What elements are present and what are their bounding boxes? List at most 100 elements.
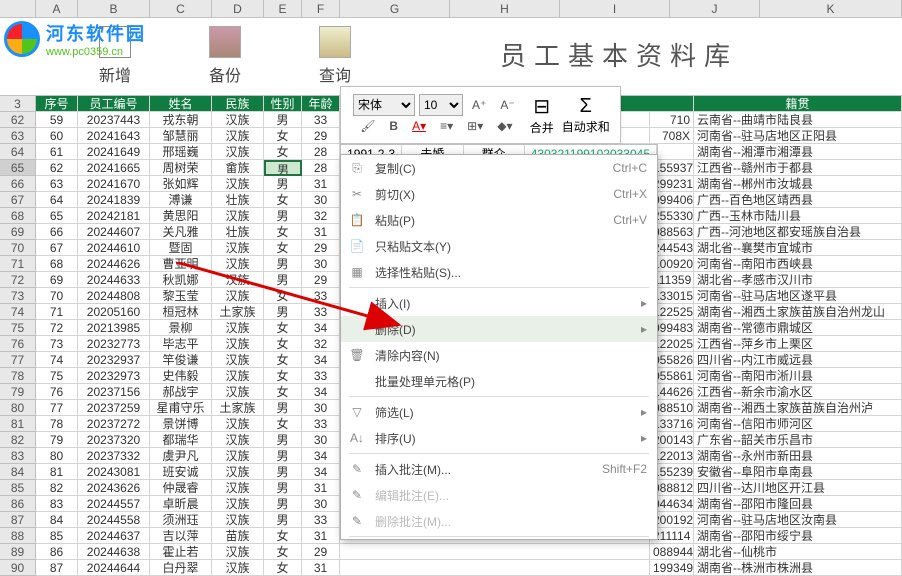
cell-eth[interactable]: 汉族 [212, 272, 264, 288]
table-row[interactable]: 898620244638霍止若汉族女29088944湖北省--仙桃市 [0, 544, 902, 560]
cell-eth[interactable]: 汉族 [212, 240, 264, 256]
cell-seq[interactable]: 85 [36, 528, 78, 544]
cell-seq[interactable]: 64 [36, 192, 78, 208]
cell-name[interactable]: 卓昕晨 [150, 496, 212, 512]
cell-sex[interactable]: 男 [264, 112, 302, 128]
row-header[interactable]: 80 [0, 400, 36, 416]
cell-origin[interactable]: 广西--百色地区靖西县 [694, 192, 902, 208]
cell-sex[interactable]: 男 [264, 400, 302, 416]
cell-seq[interactable]: 71 [36, 304, 78, 320]
row-header[interactable]: 90 [0, 560, 36, 576]
cell-age[interactable]: 33 [302, 304, 340, 320]
cell-origin[interactable]: 湖北省--孝感市汉川市 [694, 272, 902, 288]
cell-emp[interactable]: 20244638 [78, 544, 150, 560]
cell-emp[interactable]: 20244626 [78, 256, 150, 272]
cell-seq[interactable]: 80 [36, 448, 78, 464]
h-age[interactable]: 年龄 [302, 96, 340, 112]
cell-name[interactable]: 吉以萍 [150, 528, 212, 544]
cell-gap[interactable] [340, 544, 650, 560]
cell-sex[interactable]: 女 [264, 384, 302, 400]
cell-seq[interactable]: 84 [36, 512, 78, 528]
cell-origin[interactable]: 河南省--南阳市淅川县 [694, 368, 902, 384]
cell-seq[interactable]: 66 [36, 224, 78, 240]
cell-eth[interactable]: 汉族 [212, 256, 264, 272]
cell-eth[interactable]: 畲族 [212, 160, 264, 176]
cell-age[interactable]: 34 [302, 448, 340, 464]
cell-emp[interactable]: 20241649 [78, 144, 150, 160]
cell-age[interactable]: 31 [302, 480, 340, 496]
row-header[interactable]: 74 [0, 304, 36, 320]
size-select[interactable]: 10 [419, 94, 463, 116]
cell-emp[interactable]: 20244558 [78, 512, 150, 528]
cell-name[interactable]: 秋凯娜 [150, 272, 212, 288]
backup-button[interactable]: 备份 [170, 26, 280, 95]
cell-name[interactable]: 仲晟睿 [150, 480, 212, 496]
cell-seq[interactable]: 83 [36, 496, 78, 512]
cell-emp[interactable]: 20242181 [78, 208, 150, 224]
cell-emp[interactable]: 20244633 [78, 272, 150, 288]
cell-seq[interactable]: 65 [36, 208, 78, 224]
cell-eth[interactable]: 汉族 [212, 512, 264, 528]
cell-sex[interactable]: 女 [264, 336, 302, 352]
cell-sex[interactable]: 女 [264, 192, 302, 208]
cell-name[interactable]: 戎东朝 [150, 112, 212, 128]
cell-name[interactable]: 须洲珏 [150, 512, 212, 528]
cell-age[interactable]: 34 [302, 352, 340, 368]
cell-age[interactable]: 30 [302, 496, 340, 512]
cell-gap[interactable] [340, 560, 650, 576]
cell-origin[interactable]: 四川省--达川地区开江县 [694, 480, 902, 496]
cell-emp[interactable]: 20243081 [78, 464, 150, 480]
row-header[interactable]: 78 [0, 368, 36, 384]
font-color-button[interactable]: A▾ [407, 116, 431, 136]
row-header[interactable]: 86 [0, 496, 36, 512]
cell-eth[interactable]: 汉族 [212, 416, 264, 432]
cell-name[interactable]: 星甫守乐 [150, 400, 212, 416]
cell-eth[interactable]: 苗族 [212, 528, 264, 544]
cell-origin[interactable]: 河南省--驻马店地区遂平县 [694, 288, 902, 304]
cell-name[interactable]: 白丹翠 [150, 560, 212, 576]
cell-origin[interactable]: 安徽省--阜阳市阜南县 [694, 464, 902, 480]
cell-age[interactable]: 34 [302, 384, 340, 400]
cell-sex[interactable]: 男 [264, 512, 302, 528]
cell-origin[interactable]: 湖南省--郴州市汝城县 [694, 176, 902, 192]
cell-seq[interactable]: 69 [36, 272, 78, 288]
row-header[interactable]: 67 [0, 192, 36, 208]
cell-origin[interactable]: 湖北省--襄樊市宜城市 [694, 240, 902, 256]
cell-emp[interactable]: 20241643 [78, 128, 150, 144]
cell-age[interactable]: 34 [302, 320, 340, 336]
cell-eth[interactable]: 汉族 [212, 480, 264, 496]
cell-sex[interactable]: 男 [264, 176, 302, 192]
cell-age[interactable]: 31 [302, 560, 340, 576]
col-C[interactable]: C [150, 0, 212, 17]
cell-emp[interactable]: 20244637 [78, 528, 150, 544]
cell-eth[interactable]: 汉族 [212, 368, 264, 384]
col-D[interactable]: D [212, 0, 264, 17]
font-select[interactable]: 宋体 [353, 94, 415, 116]
ctx-S[interactable]: ▦选择性粘贴(S)... [341, 259, 657, 285]
row-header-3[interactable]: 3 [0, 96, 36, 112]
cell-age[interactable]: 34 [302, 464, 340, 480]
cell-seq[interactable]: 82 [36, 480, 78, 496]
h-sex[interactable]: 性别 [264, 96, 302, 112]
cell-emp[interactable]: 20213985 [78, 320, 150, 336]
cell-sex[interactable]: 女 [264, 144, 302, 160]
row-header[interactable]: 79 [0, 384, 36, 400]
ctx-P[interactable]: 批量处理单元格(P) [341, 368, 657, 394]
cell-name[interactable]: 暨固 [150, 240, 212, 256]
row-header[interactable]: 75 [0, 320, 36, 336]
col-G[interactable]: G [340, 0, 450, 17]
cell-name[interactable]: 虞尹凡 [150, 448, 212, 464]
cell-sex[interactable]: 女 [264, 128, 302, 144]
cell-eth[interactable]: 汉族 [212, 496, 264, 512]
cell-seq[interactable]: 67 [36, 240, 78, 256]
cell-name[interactable]: 曹亚明 [150, 256, 212, 272]
cell-origin[interactable]: 江西省--新余市渝水区 [694, 384, 902, 400]
row-header[interactable]: 69 [0, 224, 36, 240]
cell-age[interactable]: 30 [302, 256, 340, 272]
decrease-font-icon[interactable]: A⁻ [495, 95, 519, 115]
cell-name[interactable]: 郝战宇 [150, 384, 212, 400]
table-row[interactable]: 908720244644白丹翠汉族女31199349湖南省--株洲市株洲县 [0, 560, 902, 576]
cell-emp[interactable]: 20205160 [78, 304, 150, 320]
col-B[interactable]: B [78, 0, 150, 17]
cell-sex[interactable]: 女 [264, 416, 302, 432]
